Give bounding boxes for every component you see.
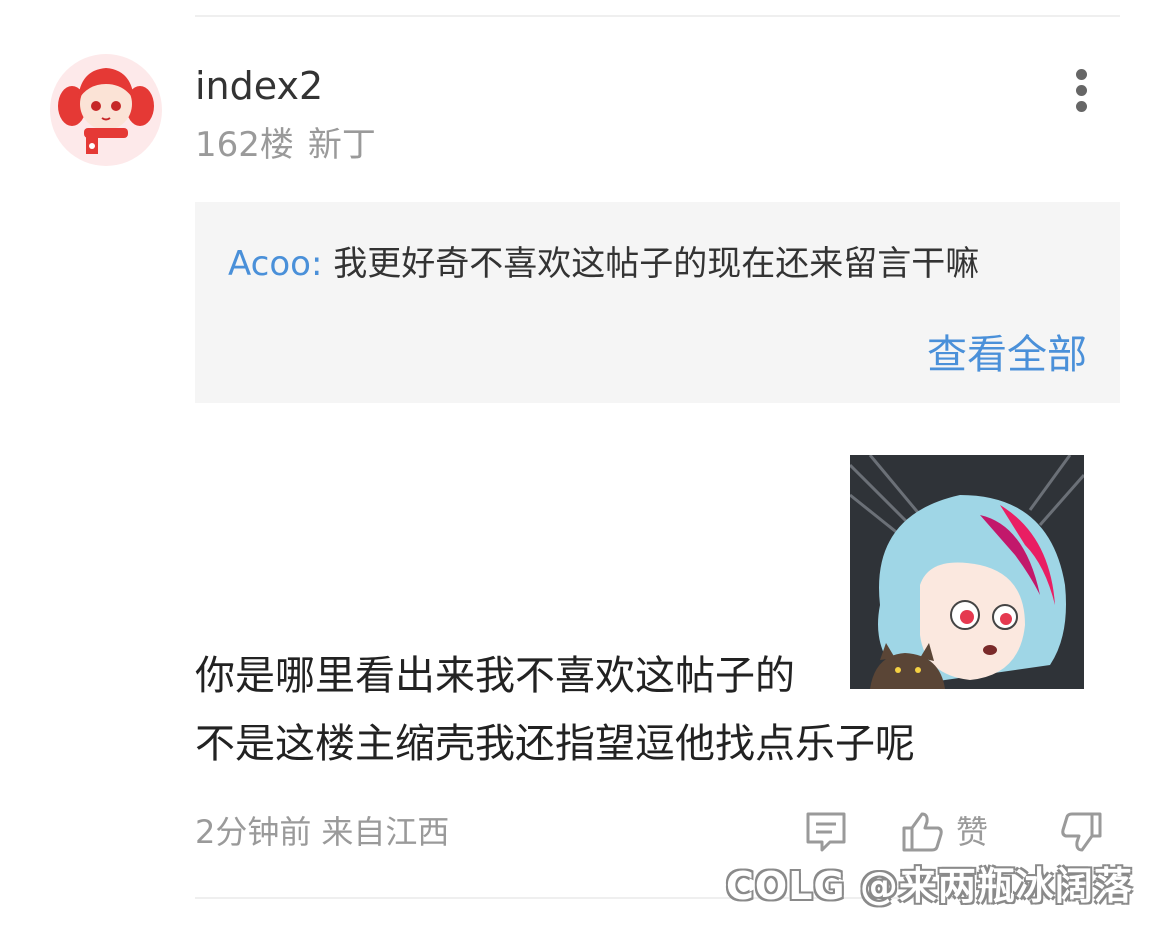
thumbs-up-icon bbox=[902, 812, 943, 852]
avatar[interactable] bbox=[50, 54, 162, 166]
reply-button[interactable] bbox=[802, 808, 850, 856]
quote-line: Acoo: 我更好奇不喜欢这帖子的现在还来留言干嘛 bbox=[228, 242, 979, 286]
comment-icon bbox=[806, 812, 846, 852]
top-divider bbox=[195, 15, 1120, 17]
comment-body-line-1: 你是哪里看出来我不喜欢这帖子的 bbox=[195, 653, 795, 699]
comment-footer-meta: 2分钟前 来自江西 bbox=[195, 810, 459, 854]
quote-text: 我更好奇不喜欢这帖子的现在还来留言干嘛 bbox=[333, 244, 980, 284]
user-level: 新丁 bbox=[307, 125, 376, 165]
comment-body-line-2: 不是这楼主缩壳我还指望逗他找点乐子呢 bbox=[195, 721, 915, 767]
watermark: COLG @来两瓶冰阔落 bbox=[726, 864, 1133, 908]
quoted-reply: Acoo: 我更好奇不喜欢这帖子的现在还来留言干嘛 查看全部 bbox=[195, 202, 1120, 403]
quote-author[interactable]: Acoo: bbox=[228, 244, 322, 284]
post-location: 来自江西 bbox=[321, 813, 450, 851]
avatar-illustration bbox=[58, 68, 154, 154]
post-meta: 162楼 新丁 bbox=[195, 122, 390, 168]
post-time: 2分钟前 bbox=[195, 813, 312, 851]
like-label: 赞 bbox=[956, 813, 989, 851]
sticker-image[interactable] bbox=[850, 455, 1084, 689]
view-all-link[interactable]: 查看全部 bbox=[927, 330, 1087, 380]
more-options-button[interactable] bbox=[1064, 66, 1100, 116]
sticker-illustration bbox=[850, 455, 1084, 689]
like-button[interactable]: 赞 bbox=[898, 808, 998, 856]
dislike-button[interactable] bbox=[1058, 808, 1106, 856]
username[interactable]: index2 bbox=[195, 62, 323, 110]
floor-number: 162楼 bbox=[195, 125, 294, 165]
thumbs-down-icon bbox=[1061, 812, 1102, 852]
